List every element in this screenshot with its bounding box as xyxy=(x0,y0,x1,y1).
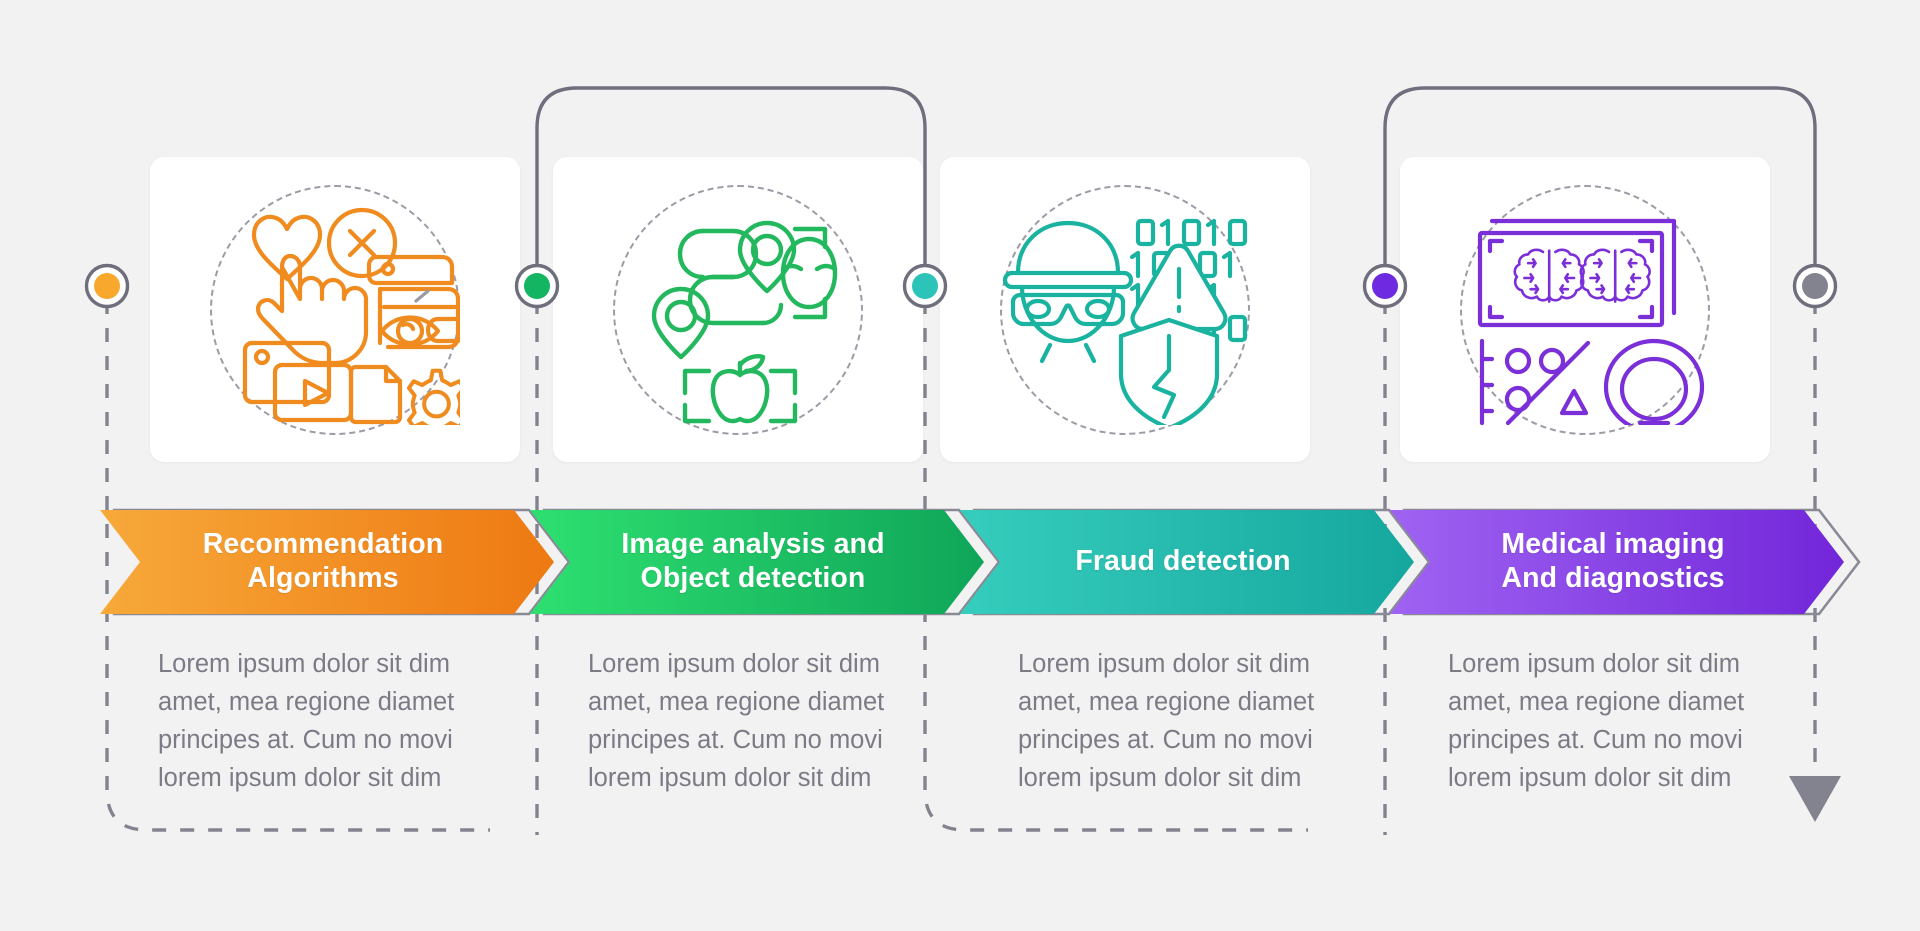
icon-card-step2 xyxy=(553,157,923,462)
image-analysis-icon xyxy=(651,220,838,423)
icon-card-step4 xyxy=(1400,157,1770,462)
recommendation-icon xyxy=(242,207,460,425)
icon-card-step3 xyxy=(940,157,1310,462)
step-banner-3-shape xyxy=(960,508,1431,616)
step-banner-2-shape xyxy=(530,508,1001,616)
step-banner-4[interactable]: Medical imaging And diagnostics xyxy=(1390,508,1861,616)
icon-card-step1 xyxy=(150,157,520,462)
step-description-3: Lorem ipsum dolor sit dim amet, mea regi… xyxy=(1018,650,1315,792)
step-description-4: Lorem ipsum dolor sit dim amet, mea regi… xyxy=(1448,650,1745,792)
step-banner-4-shape xyxy=(1390,508,1861,616)
end-down-arrow-icon xyxy=(1789,776,1841,822)
node-dot-end[interactable] xyxy=(1786,257,1844,315)
medical-imaging-icon xyxy=(1477,218,1705,425)
step-banner-2[interactable]: Image analysis and Object detection xyxy=(530,508,1001,616)
infographic-canvas: Recommendation Algorithms Image analysis… xyxy=(0,0,1920,931)
step-description-2: Lorem ipsum dolor sit dim amet, mea regi… xyxy=(588,650,885,792)
node-dot-step1[interactable] xyxy=(78,257,136,315)
step-banner-3[interactable]: Fraud detection xyxy=(960,508,1431,616)
step-description-1: Lorem ipsum dolor sit dim amet, mea regi… xyxy=(158,650,455,792)
fraud-detection-icon xyxy=(1002,218,1247,425)
step-banner-1[interactable]: Recommendation Algorithms xyxy=(100,508,571,616)
step-banner-1-shape xyxy=(100,508,571,616)
